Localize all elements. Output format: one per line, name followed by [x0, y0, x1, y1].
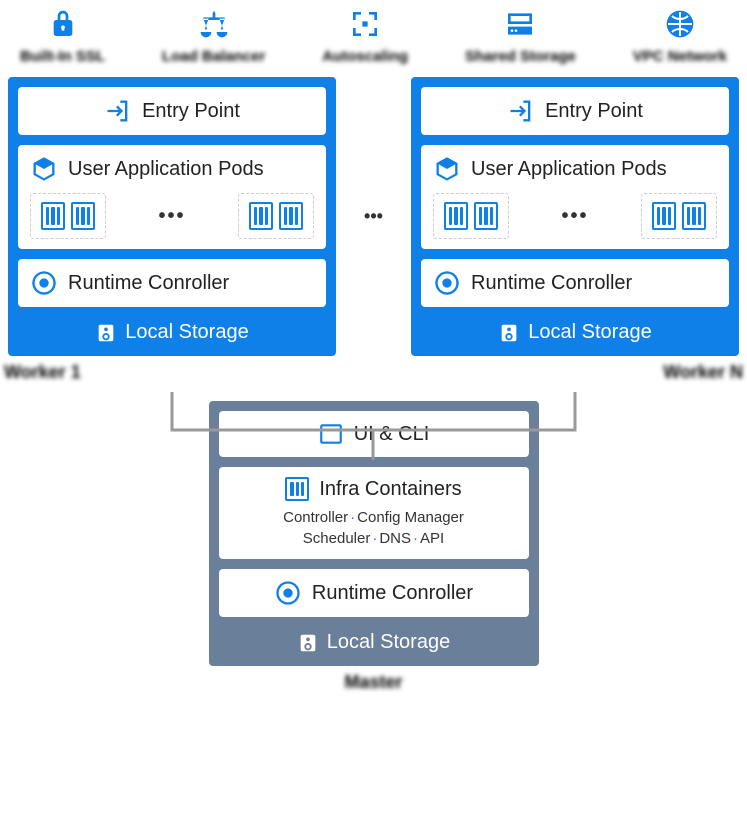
pod-group [238, 193, 314, 239]
disk-icon [95, 322, 117, 344]
runtime-label: Runtime Conroller [471, 272, 632, 295]
worker-box-1: Entry Point User Application Pods ••• [8, 77, 336, 356]
storage-icon [504, 8, 536, 40]
workers-ellipsis: ••• [364, 206, 383, 227]
pod-group [641, 193, 717, 239]
feature-vpc: VPC Network [633, 8, 727, 65]
runtime-label: Runtime Conroller [312, 582, 473, 605]
cube-icon [30, 155, 58, 183]
feature-label: Autoscaling [322, 48, 408, 65]
runtime-card: Runtime Conroller [18, 259, 326, 307]
container-icon [249, 202, 273, 230]
container-icon [682, 202, 706, 230]
feature-lb: Load Balancer [162, 8, 265, 65]
window-icon [318, 421, 344, 447]
ui-cli-label: UI & CLI [354, 423, 430, 446]
feature-label: Load Balancer [162, 48, 265, 65]
runtime-label: Runtime Conroller [68, 272, 229, 295]
storage-label: Local Storage [528, 321, 651, 344]
pods-card: User Application Pods ••• [18, 145, 326, 249]
feature-label: Built-In SSL [20, 48, 105, 65]
container-icon [474, 202, 498, 230]
infra-label: Infra Containers [319, 478, 461, 501]
pod-group [30, 193, 106, 239]
container-icon [652, 202, 676, 230]
storage-row: Local Storage [18, 317, 326, 346]
infra-card: Infra Containers Controller·Config Manag… [219, 467, 529, 559]
balance-icon [198, 8, 230, 40]
feature-label: Shared Storage [465, 48, 576, 65]
pods-label: User Application Pods [471, 158, 667, 181]
feature-autoscale: Autoscaling [322, 8, 408, 65]
infra-subitems: Controller·Config Manager Scheduler·DNS·… [283, 507, 464, 549]
lock-icon [47, 8, 79, 40]
entry-icon [104, 97, 132, 125]
runtime-card: Runtime Conroller [219, 569, 529, 617]
storage-label: Local Storage [125, 321, 248, 344]
storage-row: Local Storage [219, 627, 529, 656]
feature-row: Built-In SSL Load Balancer Autoscaling S… [0, 0, 747, 77]
gear-cycle-icon [433, 269, 461, 297]
entry-icon [507, 97, 535, 125]
container-icon [285, 477, 309, 501]
gear-cycle-icon [274, 579, 302, 607]
entry-label: Entry Point [142, 100, 240, 123]
entry-label: Entry Point [545, 100, 643, 123]
container-icon [444, 202, 468, 230]
pods-label: User Application Pods [68, 158, 264, 181]
pod-group [433, 193, 509, 239]
worker-box-n: Entry Point User Application Pods ••• [411, 77, 739, 356]
feature-label: VPC Network [633, 48, 727, 65]
worker-label-left: Worker 1 [4, 362, 81, 383]
gear-cycle-icon [30, 269, 58, 297]
worker-labels: Worker 1 Worker N [0, 356, 747, 383]
cube-icon [433, 155, 461, 183]
ellipsis: ••• [561, 205, 588, 228]
master-label: Master [0, 672, 747, 693]
storage-label: Local Storage [327, 631, 450, 654]
pods-card: User Application Pods ••• [421, 145, 729, 249]
runtime-card: Runtime Conroller [421, 259, 729, 307]
ui-cli-card: UI & CLI [219, 411, 529, 457]
ellipsis: ••• [158, 205, 185, 228]
feature-ssl: Built-In SSL [20, 8, 105, 65]
entry-point-card: Entry Point [18, 87, 326, 135]
master-box: UI & CLI Infra Containers Controller·Con… [209, 401, 539, 666]
container-icon [71, 202, 95, 230]
entry-point-card: Entry Point [421, 87, 729, 135]
network-icon [664, 8, 696, 40]
workers-row: Entry Point User Application Pods ••• [0, 77, 747, 356]
worker-label-right: Worker N [663, 362, 743, 383]
expand-icon [349, 8, 381, 40]
storage-row: Local Storage [421, 317, 729, 346]
feature-storage: Shared Storage [465, 8, 576, 65]
disk-icon [498, 322, 520, 344]
container-icon [41, 202, 65, 230]
container-icon [279, 202, 303, 230]
disk-icon [297, 632, 319, 654]
